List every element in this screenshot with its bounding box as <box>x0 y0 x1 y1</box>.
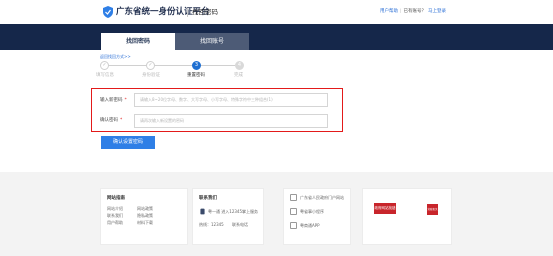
tab-find-password[interactable]: 找回密码 <box>101 33 175 50</box>
footer-contact-title: 联系我们 <box>199 196 217 201</box>
step-connector <box>108 65 150 66</box>
step-4-pending: 4 <box>235 61 244 70</box>
contact-line: 粤一通 进入12345掌上服务 <box>208 209 258 214</box>
title-divider <box>187 8 188 17</box>
hotline-extra: 联系电话 <box>232 222 248 227</box>
login-link[interactable]: 马上登录 <box>428 9 446 14</box>
step-3-current: 3 <box>192 61 201 70</box>
footer-guide-title: 网站指南 <box>107 196 125 201</box>
new-password-label-text: 输入新密码 <box>100 98 123 103</box>
party-gov-badge[interactable]: 党政机关 <box>427 204 438 215</box>
footer-link[interactable]: 联系我们 <box>107 213 123 219</box>
footer <box>0 172 553 256</box>
shield-icon <box>103 6 113 18</box>
step-1-done-icon: ✓ <box>100 61 109 70</box>
top-links: 用户帮助 | 已有账号？ 马上登录 <box>380 8 446 16</box>
step-2-done-icon: ✓ <box>146 61 155 70</box>
app-link-yueshangtong[interactable]: 粤商通APP <box>300 223 320 229</box>
required-mark: * <box>120 118 123 123</box>
footer-link[interactable]: 用户帮助 <box>107 220 123 226</box>
step-2-label: 身份验证 <box>142 73 160 78</box>
footer-link[interactable]: 隐私政策 <box>137 213 153 219</box>
miniprogram-icon <box>290 208 297 215</box>
footer-link[interactable]: 材料下载 <box>137 220 153 226</box>
app-icon <box>290 222 297 229</box>
account-question: 已有账号？ <box>403 9 427 14</box>
app-link-portal[interactable]: 广东省人民政府门户网站 <box>300 195 344 201</box>
top-header: 广东省统一身份认证平台 找回密码 用户帮助 | 已有账号？ 马上登录 <box>0 0 553 24</box>
confirm-password-input[interactable]: 请再次输入新设置的密码 <box>134 114 328 128</box>
confirm-reset-button[interactable]: 确认设置密码 <box>101 136 155 149</box>
link-divider: | <box>399 9 402 14</box>
error-report-badge[interactable]: 政府网站找错 <box>374 203 396 214</box>
footer-link[interactable]: 网站介绍 <box>107 206 123 212</box>
required-mark: * <box>124 98 127 103</box>
new-password-input[interactable]: 请输入8~20位字母、数字、大写字母、小写字母、特殊字符中三种组合(1) <box>134 93 328 107</box>
step-1-label: 填写信息 <box>96 73 114 78</box>
page-title: 找回密码 <box>192 8 218 16</box>
step-3-label: 重置密码 <box>187 73 205 78</box>
step-connector <box>200 65 235 66</box>
gov-portal-icon <box>290 194 297 201</box>
footer-badges-card <box>362 188 452 245</box>
hotline-label: 热线：12345 <box>199 222 224 227</box>
back-link[interactable]: 返回找回方式>> <box>100 54 131 60</box>
step-4-label: 完成 <box>234 73 243 78</box>
confirm-password-label-text: 确认密码 <box>100 118 118 123</box>
tab-find-account[interactable]: 找回账号 <box>175 33 249 50</box>
new-password-label: 输入新密码 * <box>100 97 127 105</box>
footer-link[interactable]: 网站政策 <box>137 206 153 212</box>
help-link[interactable]: 用户帮助 <box>380 9 398 14</box>
app-link-miniprogram[interactable]: 粤省事小程序 <box>300 209 324 215</box>
phone-icon <box>200 208 205 215</box>
step-connector <box>154 65 196 66</box>
confirm-password-label: 确认密码 * <box>100 117 122 125</box>
banner <box>0 24 553 50</box>
